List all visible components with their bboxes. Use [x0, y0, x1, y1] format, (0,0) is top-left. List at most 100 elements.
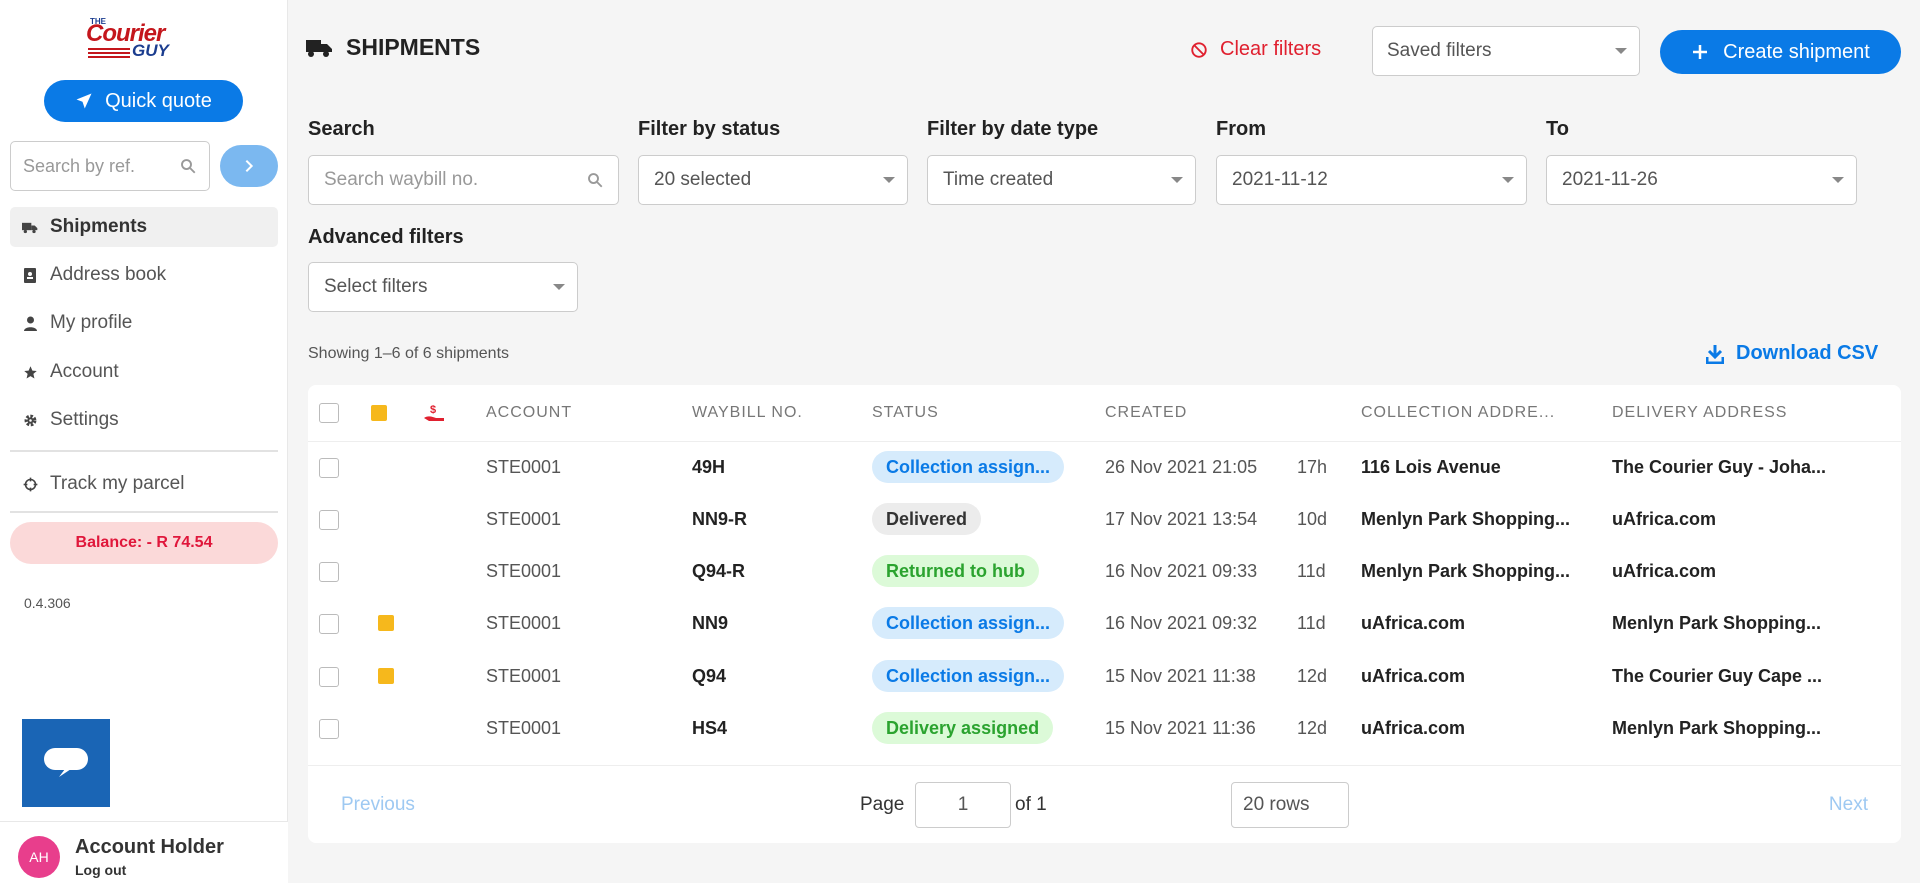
status-filter-select[interactable]: 20 selected	[638, 155, 908, 205]
from-date-select[interactable]: 2021-11-12	[1216, 155, 1527, 205]
truck-icon	[22, 221, 38, 234]
next-page-button[interactable]: Next	[1829, 794, 1868, 816]
row-checkbox[interactable]	[319, 458, 339, 478]
advanced-filters-value: Select filters	[324, 276, 428, 297]
header-account[interactable]: ACCOUNT	[486, 404, 572, 422]
header-collection-address[interactable]: COLLECTION ADDRE...	[1361, 404, 1555, 422]
clear-filters-button[interactable]: Clear filters	[1190, 38, 1321, 61]
header-status[interactable]: STATUS	[872, 404, 939, 422]
cell-waybill[interactable]: Q94	[692, 666, 726, 687]
to-date-select[interactable]: 2021-11-26	[1546, 155, 1857, 205]
date-type-select[interactable]: Time created	[927, 155, 1196, 205]
balance-badge[interactable]: Balance: - R 74.54	[10, 522, 278, 564]
cell-waybill[interactable]: Q94-R	[692, 561, 745, 582]
status-filter-value: 20 selected	[654, 169, 752, 190]
create-shipment-button[interactable]: Create shipment	[1660, 30, 1901, 74]
sidebar-item-track-parcel[interactable]: Track my parcel	[10, 464, 278, 504]
user-name: Account Holder	[75, 836, 224, 858]
cell-created: 15 Nov 2021 11:36	[1105, 718, 1256, 738]
logo-word-guy: GUY	[132, 41, 169, 60]
row-checkbox[interactable]	[319, 562, 339, 582]
saved-filters-select[interactable]: Saved filters	[1372, 26, 1640, 76]
select-all-checkbox[interactable]	[319, 403, 339, 423]
cell-collection-address: Menlyn Park Shopping...	[1361, 509, 1571, 529]
cell-collection-address: uAfrica.com	[1361, 666, 1466, 686]
saved-filters-value: Saved filters	[1387, 40, 1492, 61]
cell-delivery-address: The Courier Guy Cape ...	[1612, 666, 1823, 686]
download-csv-label: Download CSV	[1736, 342, 1879, 364]
quick-quote-label: Quick quote	[105, 89, 212, 112]
to-date-label: To	[1546, 118, 1569, 140]
note-icon[interactable]	[378, 668, 394, 684]
cell-waybill[interactable]: 49H	[692, 457, 725, 478]
table-row[interactable]: STE0001 NN9-R Delivered 17 Nov 2021 13:54 10…	[308, 494, 1901, 546]
row-checkbox[interactable]	[319, 614, 339, 634]
table-row[interactable]: STE0001 Q94 Collection assign... 15 Nov 202…	[308, 651, 1901, 703]
sidebar-item-my-profile[interactable]: My profile	[10, 303, 278, 343]
cell-collection-address: uAfrica.com	[1361, 613, 1466, 633]
cell-account: STE0001	[486, 666, 562, 686]
svg-text:$: $	[430, 404, 436, 416]
date-type-value: Time created	[943, 169, 1054, 190]
previous-page-button[interactable]: Previous	[341, 794, 415, 816]
row-checkbox[interactable]	[319, 510, 339, 530]
cell-waybill[interactable]: HS4	[692, 718, 727, 739]
page-number-input[interactable]: 1	[915, 782, 1011, 828]
courier-guy-logo[interactable]: THE Courier GUY	[86, 17, 204, 62]
row-checkbox[interactable]	[319, 667, 339, 687]
ref-search-field[interactable]	[10, 141, 210, 191]
table-row[interactable]: STE0001 NN9 Collection assign... 16 Nov 202…	[308, 598, 1901, 650]
table-row[interactable]: STE0001 Q94-R Returned to hub 16 Nov 2021 0…	[308, 546, 1901, 598]
download-csv-button[interactable]: Download CSV	[1706, 342, 1878, 365]
caret-down-icon	[1502, 177, 1514, 183]
cell-age: 11d	[1297, 561, 1326, 581]
waybill-search-input[interactable]	[324, 169, 564, 191]
cell-collection-address: Menlyn Park Shopping...	[1361, 561, 1571, 581]
clear-filters-label: Clear filters	[1220, 38, 1322, 60]
cell-delivery-address: uAfrica.com	[1612, 509, 1717, 529]
sidebar-item-label: Account	[50, 361, 119, 382]
row-checkbox[interactable]	[319, 719, 339, 739]
chat-widget-button[interactable]	[22, 719, 110, 807]
rows-per-page-select[interactable]: 20 rows	[1231, 782, 1349, 828]
cell-waybill[interactable]: NN9-R	[692, 509, 747, 530]
paper-plane-icon	[76, 93, 92, 109]
prohibited-icon	[1191, 41, 1207, 58]
sidebar-item-shipments[interactable]: Shipments	[10, 207, 278, 247]
page-title-text: SHIPMENTS	[346, 34, 481, 60]
pagination: Previous Page 1 of 1 20 rows Next	[308, 765, 1901, 843]
results-count: Showing 1–6 of 6 shipments	[308, 345, 510, 362]
table-row[interactable]: STE0001 HS4 Delivery assigned 15 Nov 2021 1…	[308, 703, 1901, 755]
header-waybill[interactable]: WAYBILL NO.	[692, 404, 803, 422]
status-badge: Delivered	[872, 503, 982, 535]
cell-created: 16 Nov 2021 09:32	[1105, 613, 1258, 633]
chat-bubble-icon	[44, 748, 88, 777]
sidebar-item-account[interactable]: Account	[10, 352, 278, 392]
header-created[interactable]: CREATED	[1105, 404, 1187, 422]
sidebar-item-settings[interactable]: Settings	[10, 400, 278, 440]
cell-waybill[interactable]: NN9	[692, 613, 728, 634]
waybill-search-field[interactable]	[308, 155, 619, 205]
caret-down-icon	[553, 284, 565, 290]
from-date-label: From	[1216, 118, 1266, 140]
table-row[interactable]: STE0001 49H Collection assign... 26 Nov 202…	[308, 442, 1901, 494]
create-shipment-label: Create shipment	[1723, 40, 1870, 63]
ref-search-go-button[interactable]	[220, 145, 278, 187]
date-type-label: Filter by date type	[927, 118, 1099, 140]
app-version: 0.4.306	[24, 595, 71, 611]
ref-search-input[interactable]	[23, 155, 163, 177]
to-date-value: 2021-11-26	[1562, 169, 1658, 190]
logout-link[interactable]: Log out	[75, 862, 126, 878]
header-delivery-address[interactable]: DELIVERY ADDRESS	[1612, 404, 1787, 422]
cell-collection-address: 116 Lois Avenue	[1361, 457, 1501, 477]
note-icon[interactable]	[378, 615, 394, 631]
sidebar-item-address-book[interactable]: Address book	[10, 255, 278, 295]
sidebar-item-label: Shipments	[50, 216, 148, 237]
avatar[interactable]: AH	[18, 836, 60, 878]
advanced-filters-select[interactable]: Select filters	[308, 262, 578, 312]
quick-quote-button[interactable]: Quick quote	[44, 80, 243, 122]
download-icon	[1706, 344, 1724, 364]
cell-account: STE0001	[486, 457, 562, 477]
cell-account: STE0001	[486, 509, 562, 529]
table-header: $ ACCOUNT WAYBILL NO. STATUS CREATED COL…	[308, 385, 1901, 442]
